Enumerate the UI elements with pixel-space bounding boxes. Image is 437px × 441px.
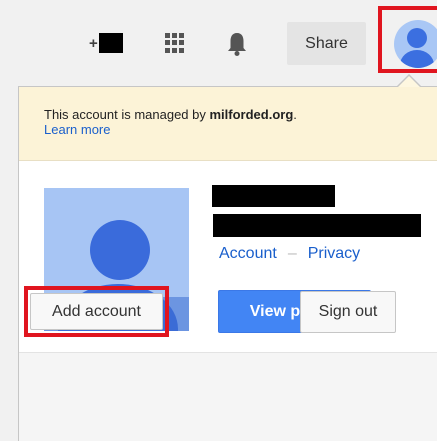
managed-account-banner: This account is managed by milforded.org…	[19, 87, 437, 161]
popup-footer	[19, 352, 437, 441]
popup-caret-fill	[398, 76, 420, 87]
add-account-button[interactable]: Add account	[30, 293, 163, 330]
share-button[interactable]: Share	[287, 22, 366, 65]
avatar-highlight-box	[378, 6, 437, 73]
plus-prefix: +	[89, 34, 98, 52]
apps-grid-icon[interactable]	[165, 33, 185, 53]
managed-domain: milforded.org	[209, 107, 294, 122]
managed-account-text: This account is managed by milforded.org…	[44, 107, 297, 122]
link-separator: –	[287, 245, 297, 262]
google-plus-profile-link[interactable]: +	[89, 30, 123, 56]
account-popup: This account is managed by milforded.org…	[18, 86, 437, 441]
privacy-link[interactable]: Privacy	[308, 245, 360, 263]
redacted-account-name	[212, 185, 335, 207]
notifications-bell-icon[interactable]	[226, 31, 248, 57]
top-bar: + Share	[0, 0, 437, 88]
account-links: Account – Privacy	[219, 245, 360, 263]
sign-out-button[interactable]: Sign out	[300, 291, 396, 333]
account-link[interactable]: Account	[219, 245, 277, 263]
profile-silhouette-head	[90, 220, 150, 280]
google-bar-screenshot: + Share This account is managed by milfo…	[0, 0, 437, 441]
redacted-account-email	[213, 214, 421, 237]
learn-more-link[interactable]: Learn more	[44, 122, 437, 138]
redacted-name	[98, 33, 123, 53]
